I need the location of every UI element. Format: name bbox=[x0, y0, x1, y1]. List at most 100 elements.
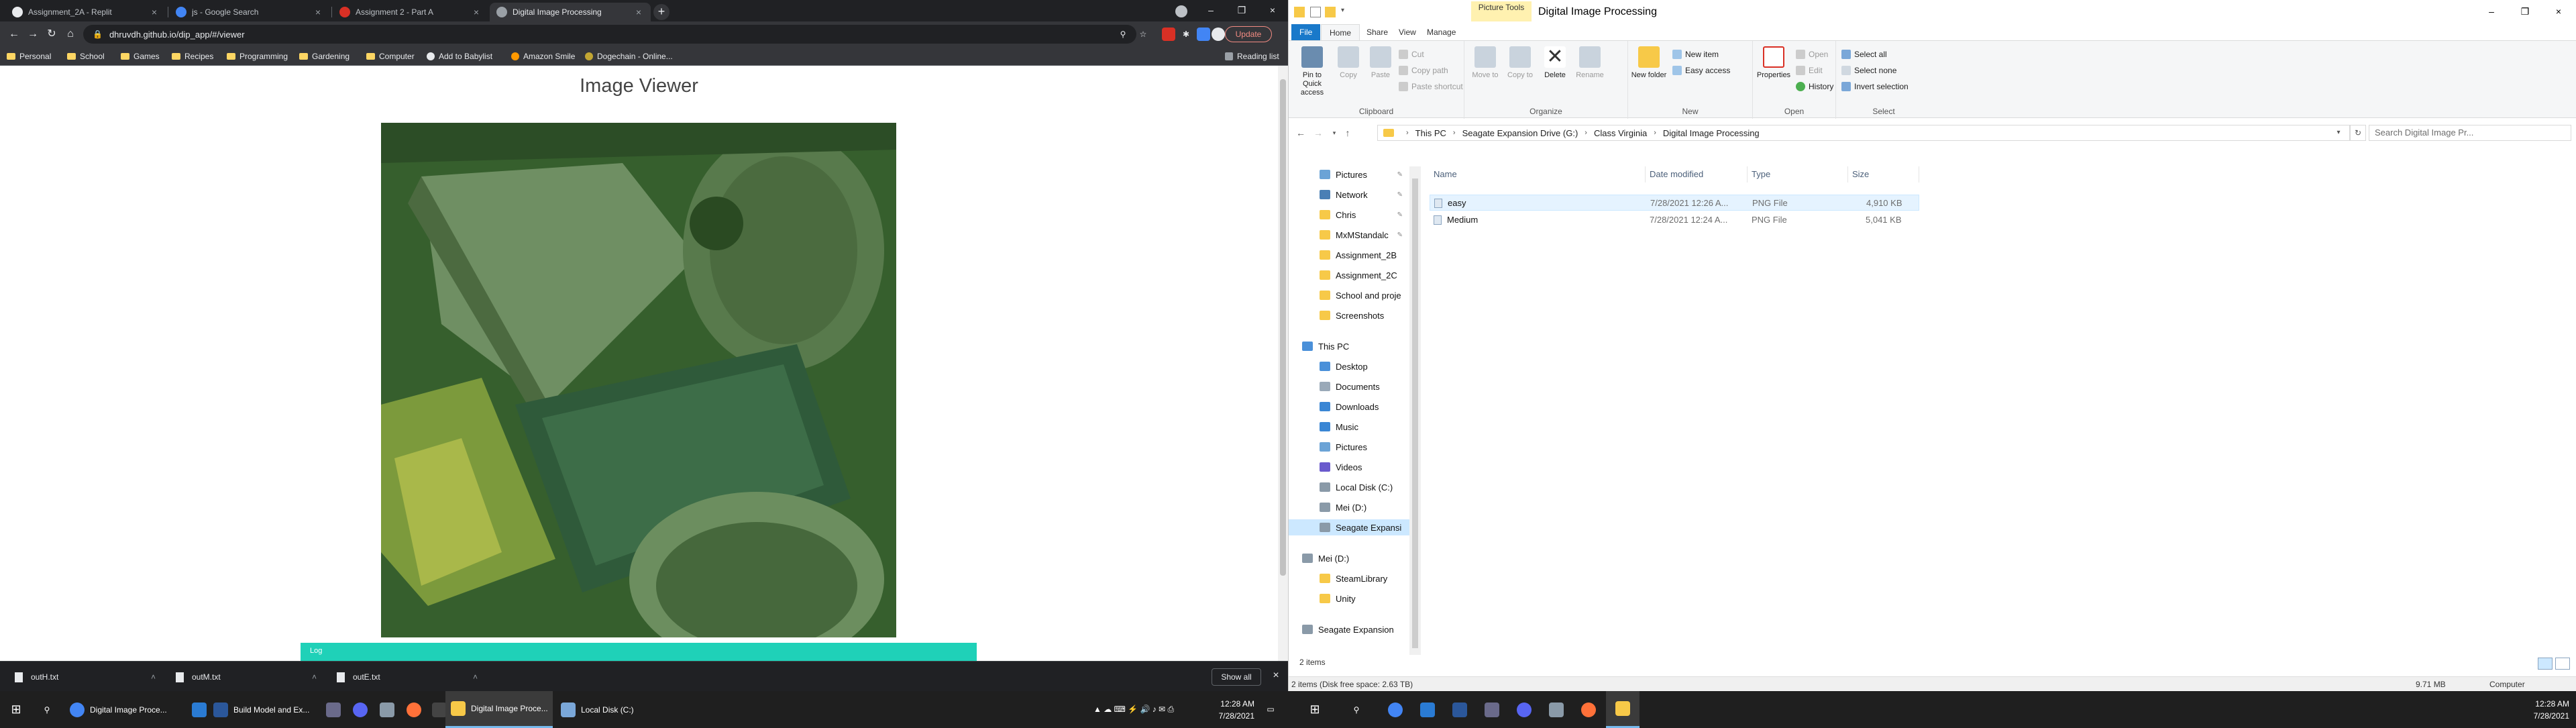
system-tray[interactable]: ▲ ☁ ⌨ ⚡ 🔊 ♪ ✉ ⎙ bbox=[1093, 691, 1208, 728]
start-button[interactable]: ⊞ bbox=[1299, 691, 1331, 728]
taskbar-discord[interactable] bbox=[1509, 691, 1539, 728]
taskbar-calendar[interactable] bbox=[1477, 691, 1507, 728]
taskbar-file-explorer[interactable] bbox=[1606, 691, 1640, 728]
chevron-up-icon[interactable]: ˄ bbox=[473, 672, 478, 682]
address-bar[interactable]: 🔒 dhruvdh.github.io/dip_app/#/viewer bbox=[83, 25, 1136, 44]
nav-item[interactable]: MxMStandalc ✎ bbox=[1289, 227, 1409, 243]
taskbar-shield[interactable] bbox=[374, 691, 398, 728]
new-item-button[interactable]: New item bbox=[1672, 48, 1719, 61]
bookmark-gardening[interactable]: Gardening bbox=[299, 50, 350, 62]
nav-item[interactable]: Unity bbox=[1289, 590, 1409, 607]
download-item[interactable]: outM.txt ˄ bbox=[168, 667, 322, 687]
download-item[interactable]: outH.txt ˄ bbox=[7, 667, 161, 687]
nav-item[interactable]: Chris ✎ bbox=[1289, 207, 1409, 223]
taskbar-calendar[interactable] bbox=[321, 691, 345, 728]
move-to-button[interactable]: Move to bbox=[1467, 46, 1503, 80]
bookmark-dogechain[interactable]: Dogechain - Online... bbox=[585, 50, 673, 62]
nav-item[interactable]: Local Disk (C:) bbox=[1289, 479, 1409, 495]
bookmark-babylist[interactable]: Add to Babylist bbox=[427, 50, 492, 62]
taskbar-chrome[interactable]: Digital Image Proce... bbox=[64, 691, 189, 728]
chevron-down-icon[interactable]: ▾ bbox=[2332, 125, 2345, 141]
tab-file[interactable]: File bbox=[1291, 24, 1321, 40]
paste-button[interactable]: Paste bbox=[1362, 46, 1399, 80]
tab-home[interactable]: Home bbox=[1321, 24, 1360, 40]
reading-list[interactable]: Reading list bbox=[1225, 50, 1279, 62]
file-row-easy[interactable]: easy 7/28/2021 12:26 A... PNG File 4,910… bbox=[1430, 195, 1919, 211]
close-window-icon[interactable]: × bbox=[1257, 0, 1288, 21]
search-input[interactable]: Search Digital Image Pr... bbox=[2369, 125, 2571, 141]
column-name[interactable]: Name bbox=[1430, 166, 1646, 183]
puzzle-extensions-icon[interactable]: ✱ bbox=[1179, 28, 1193, 41]
chevron-down-icon[interactable]: ▾ bbox=[1341, 7, 1352, 17]
bookmark-recipes[interactable]: Recipes bbox=[172, 50, 213, 62]
cut-button[interactable]: Cut bbox=[1399, 48, 1424, 61]
nav-item[interactable]: Assignment_2C bbox=[1289, 267, 1409, 283]
taskbar-firefox[interactable] bbox=[401, 691, 425, 728]
extension-icon[interactable] bbox=[1197, 28, 1210, 41]
tab-replit[interactable]: Assignment_2A - Replit × bbox=[5, 3, 166, 21]
properties-button[interactable]: Properties bbox=[1756, 46, 1792, 80]
taskbar-vscode[interactable] bbox=[1413, 691, 1442, 728]
taskbar-shield[interactable] bbox=[1542, 691, 1571, 728]
taskbar-firefox[interactable] bbox=[1574, 691, 1603, 728]
bookmark-programming[interactable]: Programming bbox=[227, 50, 288, 62]
breadcrumb-current-folder[interactable]: Digital Image Processing bbox=[1663, 128, 1760, 138]
restore-icon[interactable]: ❐ bbox=[1226, 0, 1257, 21]
taskbar-chrome[interactable] bbox=[1381, 691, 1410, 728]
refresh-icon[interactable]: ↻ bbox=[2350, 125, 2366, 141]
scrollbar-thumb[interactable] bbox=[1412, 178, 1418, 648]
select-none-button[interactable]: Select none bbox=[1841, 64, 1896, 77]
nav-item[interactable]: Mei (D:) bbox=[1289, 550, 1409, 566]
nav-item[interactable]: This PC bbox=[1289, 338, 1409, 354]
large-icons-view-icon[interactable] bbox=[2555, 658, 2570, 670]
close-icon[interactable]: × bbox=[633, 7, 644, 17]
close-icon[interactable]: × bbox=[149, 7, 160, 17]
recent-locations-icon[interactable]: ▾ bbox=[1328, 126, 1341, 140]
bookmark-games[interactable]: Games bbox=[121, 50, 160, 62]
tab-google-search[interactable]: js - Google Search × bbox=[169, 3, 330, 21]
new-folder-button[interactable]: New folder bbox=[1631, 46, 1667, 80]
details-view-icon[interactable] bbox=[2538, 658, 2553, 670]
copy-button[interactable]: Copy bbox=[1330, 46, 1366, 80]
minimize-icon[interactable]: – bbox=[2476, 0, 2507, 23]
chevron-right-icon[interactable]: › bbox=[1585, 129, 1587, 137]
chevron-right-icon[interactable]: › bbox=[1406, 129, 1409, 137]
log-panel-header[interactable]: Log bbox=[301, 643, 977, 661]
invert-selection-button[interactable]: Invert selection bbox=[1841, 80, 1909, 93]
chevron-right-icon[interactable]: › bbox=[1654, 129, 1656, 137]
breadcrumb-class-virginia[interactable]: Class Virginia bbox=[1594, 128, 1647, 138]
chevron-right-icon[interactable]: › bbox=[1453, 129, 1456, 137]
taskbar-vscode[interactable] bbox=[192, 691, 207, 728]
extension-icon[interactable] bbox=[1162, 28, 1175, 41]
nav-item[interactable]: Pictures ✎ bbox=[1289, 166, 1409, 183]
nav-item[interactable]: School and proje bbox=[1289, 287, 1409, 303]
nav-item[interactable]: Screenshots bbox=[1289, 307, 1409, 323]
tab-manage[interactable]: Manage bbox=[1419, 24, 1464, 40]
scrollbar-thumb[interactable] bbox=[1280, 79, 1286, 576]
close-window-icon[interactable]: × bbox=[2543, 0, 2574, 23]
nav-item[interactable]: SteamLibrary bbox=[1289, 570, 1409, 586]
nav-item[interactable]: Desktop bbox=[1289, 358, 1409, 374]
rename-button[interactable]: Rename bbox=[1572, 46, 1608, 80]
new-tab-button[interactable]: + bbox=[653, 4, 669, 20]
profile-avatar-icon[interactable] bbox=[1175, 5, 1187, 17]
open-button[interactable]: Open bbox=[1796, 48, 1828, 61]
nav-item[interactable]: Pictures bbox=[1289, 439, 1409, 455]
nav-item[interactable]: Seagate Expansion bbox=[1289, 621, 1409, 637]
bookmark-personal[interactable]: Personal bbox=[7, 50, 51, 62]
properties-icon[interactable] bbox=[1310, 7, 1321, 17]
bookmark-school[interactable]: School bbox=[67, 50, 105, 62]
column-size[interactable]: Size bbox=[1848, 166, 1919, 183]
select-all-button[interactable]: Select all bbox=[1841, 48, 1887, 61]
tab-digital-image-processing[interactable]: Digital Image Processing × bbox=[490, 3, 651, 21]
clock[interactable]: 12:28 AM 7/28/2021 bbox=[1208, 691, 1254, 728]
file-row-medium[interactable]: Medium 7/28/2021 12:24 A... PNG File 5,0… bbox=[1430, 212, 1919, 228]
delete-button[interactable]: ✕ Delete bbox=[1537, 46, 1573, 80]
up-icon[interactable]: ↑ bbox=[1341, 126, 1354, 140]
nav-scrollbar[interactable] bbox=[1409, 166, 1421, 655]
tab-assignment[interactable]: Assignment 2 - Part A × bbox=[333, 3, 488, 21]
nav-item[interactable]: Seagate Expansi bbox=[1289, 519, 1409, 535]
update-button[interactable]: Update bbox=[1225, 26, 1272, 42]
maximize-icon[interactable]: ❐ bbox=[2510, 0, 2540, 23]
home-icon[interactable]: ⌂ bbox=[62, 25, 79, 43]
